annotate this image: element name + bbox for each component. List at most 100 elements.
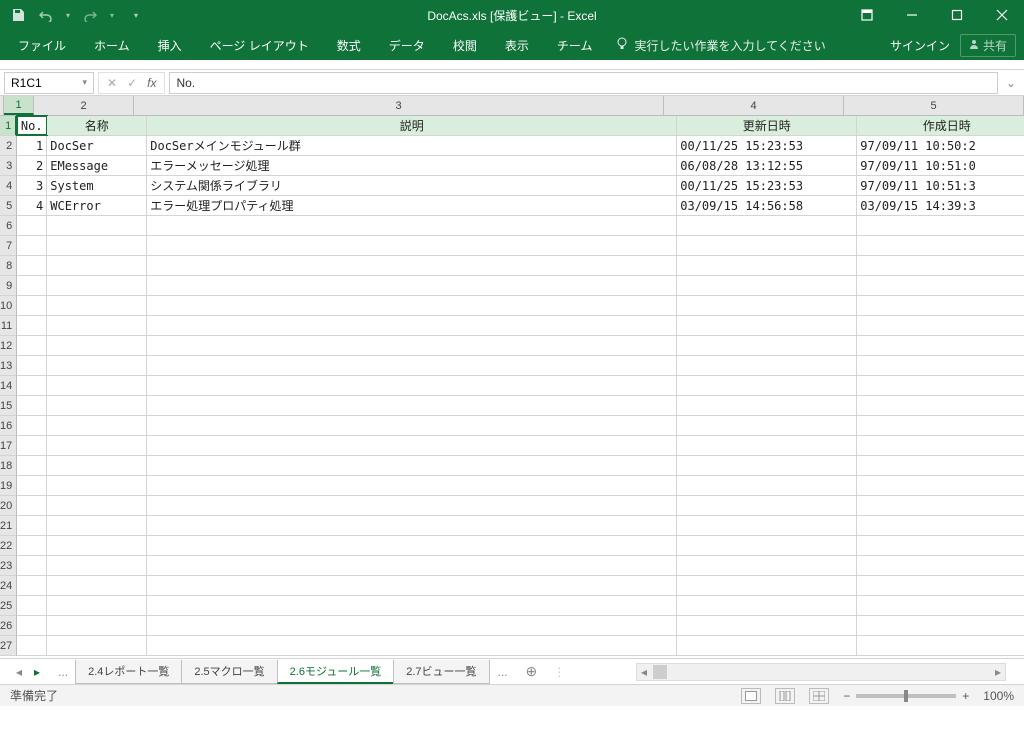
cell[interactable]: 3 <box>17 176 47 195</box>
minimize-button[interactable] <box>889 0 934 30</box>
add-sheet-button[interactable]: ⊕ <box>516 663 548 680</box>
share-button[interactable]: 共有 <box>960 34 1016 57</box>
zoom-out-button[interactable]: − <box>843 689 850 703</box>
cell[interactable] <box>17 496 47 515</box>
cell[interactable] <box>677 616 857 635</box>
column-header[interactable]: 1 <box>4 96 34 115</box>
cell[interactable] <box>17 456 47 475</box>
scroll-left-icon[interactable]: ◂ <box>637 665 651 679</box>
cell[interactable] <box>47 516 147 535</box>
cell[interactable] <box>47 276 147 295</box>
cell[interactable] <box>47 536 147 555</box>
row-header[interactable]: 15 <box>0 396 17 416</box>
cell[interactable]: 作成日時 <box>857 116 1024 135</box>
cell[interactable]: 名称 <box>47 116 147 135</box>
cell[interactable] <box>47 496 147 515</box>
cell[interactable] <box>857 216 1024 235</box>
cell[interactable] <box>17 296 47 315</box>
cell[interactable] <box>147 476 677 495</box>
cell[interactable] <box>677 436 857 455</box>
redo-icon[interactable] <box>82 7 98 23</box>
cell[interactable] <box>47 576 147 595</box>
ribbon-tab-3[interactable]: ページ レイアウト <box>196 30 323 60</box>
cell[interactable] <box>47 376 147 395</box>
cell[interactable] <box>857 256 1024 275</box>
row-header[interactable]: 1 <box>0 116 17 136</box>
redo-dropdown-icon[interactable]: ▾ <box>110 11 114 20</box>
cell[interactable] <box>857 596 1024 615</box>
horizontal-scrollbar[interactable]: ◂ ▸ <box>636 663 1006 681</box>
cell[interactable]: 97/09/11 10:50:2 <box>857 136 1024 155</box>
row-header[interactable]: 8 <box>0 256 17 276</box>
cell[interactable] <box>47 556 147 575</box>
cell[interactable] <box>857 516 1024 535</box>
ribbon-tab-2[interactable]: 挿入 <box>144 30 196 60</box>
signin-link[interactable]: サインイン <box>890 37 950 54</box>
cell[interactable] <box>857 336 1024 355</box>
cell[interactable]: 00/11/25 15:23:53 <box>677 176 857 195</box>
cell[interactable]: 03/09/15 14:56:58 <box>677 196 857 215</box>
row-header[interactable]: 5 <box>0 196 17 216</box>
cell[interactable] <box>17 276 47 295</box>
page-break-view-button[interactable] <box>809 688 829 704</box>
cell[interactable] <box>17 216 47 235</box>
sheet-tab[interactable]: 2.4レポート一覧 <box>75 660 182 684</box>
row-header[interactable]: 17 <box>0 436 17 456</box>
cell[interactable] <box>857 536 1024 555</box>
cell[interactable] <box>857 396 1024 415</box>
cell[interactable] <box>857 636 1024 655</box>
row-header[interactable]: 27 <box>0 636 17 656</box>
row-header[interactable]: 24 <box>0 576 17 596</box>
row-header[interactable]: 4 <box>0 176 17 196</box>
cell[interactable] <box>17 556 47 575</box>
zoom-level[interactable]: 100% <box>983 689 1014 703</box>
ribbon-tab-7[interactable]: 表示 <box>491 30 543 60</box>
cell[interactable] <box>147 396 677 415</box>
cell[interactable] <box>677 296 857 315</box>
cell[interactable] <box>147 556 677 575</box>
cell[interactable] <box>17 596 47 615</box>
row-header[interactable]: 11 <box>0 316 17 336</box>
ribbon-tab-5[interactable]: データ <box>375 30 439 60</box>
qat-customize-icon[interactable]: ▾ <box>134 11 138 20</box>
cell[interactable] <box>677 216 857 235</box>
cell[interactable] <box>147 336 677 355</box>
cell[interactable] <box>17 476 47 495</box>
row-header[interactable]: 18 <box>0 456 17 476</box>
cell[interactable] <box>47 216 147 235</box>
cell[interactable] <box>17 356 47 375</box>
cell[interactable] <box>677 336 857 355</box>
cell[interactable]: 03/09/15 14:39:3 <box>857 196 1024 215</box>
cell[interactable] <box>677 576 857 595</box>
cell[interactable] <box>17 416 47 435</box>
ribbon-tab-8[interactable]: チーム <box>543 30 607 60</box>
cell[interactable] <box>47 336 147 355</box>
column-header[interactable]: 5 <box>844 96 1024 115</box>
row-header[interactable]: 19 <box>0 476 17 496</box>
cell[interactable] <box>857 276 1024 295</box>
normal-view-button[interactable] <box>741 688 761 704</box>
cell[interactable] <box>677 596 857 615</box>
cell[interactable] <box>677 536 857 555</box>
cell[interactable] <box>47 456 147 475</box>
zoom-in-button[interactable]: + <box>962 689 969 703</box>
expand-formula-icon[interactable]: ⌄ <box>1002 76 1020 90</box>
cell[interactable] <box>147 456 677 475</box>
row-header[interactable]: 16 <box>0 416 17 436</box>
cell[interactable] <box>677 356 857 375</box>
cell[interactable]: 4 <box>17 196 47 215</box>
cells-area[interactable]: No.名称説明更新日時作成日時1DocSerDocSerメインモジュール群00/… <box>17 116 1024 656</box>
cell[interactable] <box>147 356 677 375</box>
cell[interactable] <box>147 256 677 275</box>
cell[interactable]: 97/09/11 10:51:3 <box>857 176 1024 195</box>
cell[interactable] <box>857 576 1024 595</box>
undo-icon[interactable] <box>38 7 54 23</box>
cell[interactable]: 06/08/28 13:12:55 <box>677 156 857 175</box>
close-button[interactable] <box>979 0 1024 30</box>
cell[interactable] <box>47 476 147 495</box>
cell[interactable] <box>17 256 47 275</box>
cell[interactable] <box>857 416 1024 435</box>
row-header[interactable]: 2 <box>0 136 17 156</box>
cell[interactable] <box>47 316 147 335</box>
name-box[interactable]: R1C1 ▾ <box>4 72 94 94</box>
